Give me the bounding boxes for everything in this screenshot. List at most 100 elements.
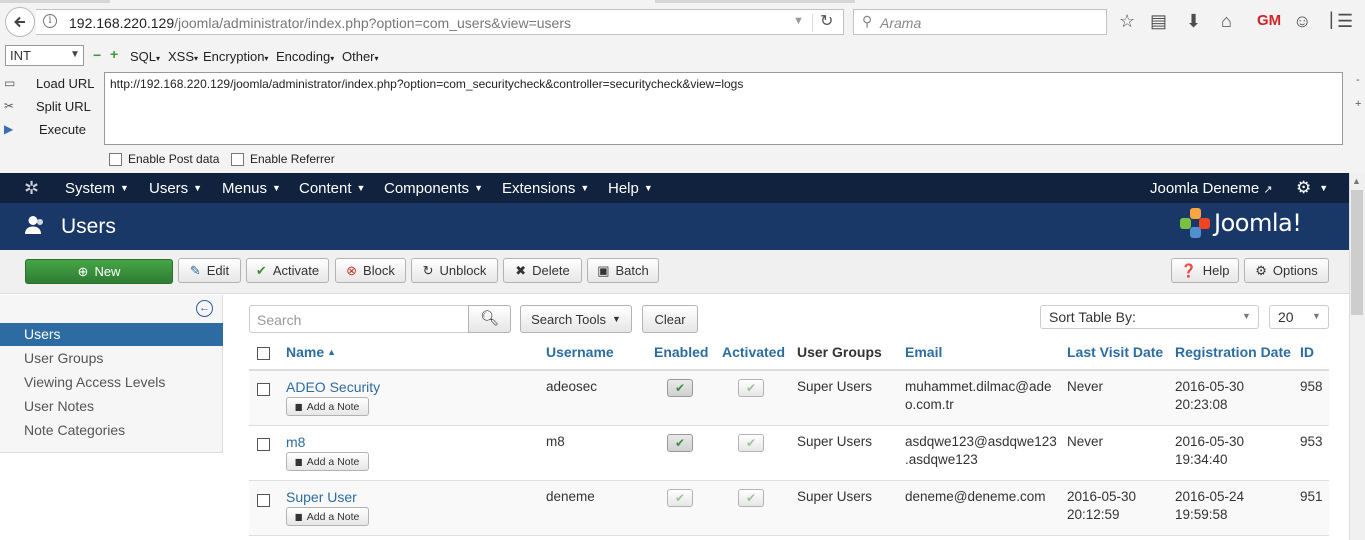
user-menu-button[interactable]: ⚙ ▼ (1296, 178, 1328, 198)
reload-icon[interactable]: ↻ (820, 11, 833, 31)
nav-menu-extensions[interactable]: Extensions ▼ (502, 180, 589, 197)
column-header-activated[interactable]: Activated (722, 344, 785, 360)
browser-search-placeholder: Arama (880, 15, 922, 31)
download-icon[interactable]: ⬇ (1186, 10, 1201, 32)
enable-post-checkbox[interactable]: Enable Post data (109, 152, 219, 166)
add-note-button[interactable]: ▆ Add a Note (286, 397, 369, 416)
column-header-email[interactable]: Email (905, 344, 942, 360)
info-icon[interactable]: i (43, 14, 57, 28)
select-all-checkbox[interactable] (257, 347, 270, 360)
clear-button-label: Clear (654, 311, 686, 327)
column-header-enabled[interactable]: Enabled (654, 344, 708, 360)
batch-button[interactable]: ▣ Batch (587, 258, 659, 283)
chevron-down-icon: ▼ (70, 49, 80, 60)
sidebar-collapse-icon[interactable]: ← (196, 300, 213, 317)
plus-circle-icon: ⊕ (77, 263, 89, 279)
bookmark-star-icon[interactable]: ☆ (1119, 10, 1135, 32)
greasemonkey-icon[interactable]: GM (1257, 10, 1281, 32)
nav-menu-components[interactable]: Components ▼ (384, 180, 483, 197)
unblock-button[interactable]: ↻ Unblock (411, 258, 498, 283)
home-icon[interactable]: ⌂ (1221, 10, 1232, 32)
row-checkbox[interactable] (257, 494, 270, 507)
email-cell: deneme@deneme.com (905, 489, 1046, 504)
help-button[interactable]: ❓ Help (1171, 258, 1239, 283)
column-header-username[interactable]: Username (546, 344, 614, 360)
user-name-link[interactable]: m8 (286, 433, 305, 451)
unblock-button-label: Unblock (439, 263, 487, 278)
hackbar-url-textarea[interactable]: http://192.168.220.129/joomla/administra… (104, 72, 1343, 145)
add-note-button[interactable]: ▆ Add a Note (286, 452, 369, 471)
delete-button-label: Delete (532, 263, 570, 278)
vertical-divider: | (1329, 9, 1334, 29)
add-note-label: Add a Note (306, 400, 360, 413)
nav-menu-menus[interactable]: Menus ▼ (222, 180, 281, 197)
sidebar-item-user-groups[interactable]: User Groups (0, 347, 223, 370)
sidebar-item-note-categories[interactable]: Note Categories (0, 419, 223, 442)
new-button[interactable]: ⊕ New (25, 259, 173, 284)
hackbar-menu-sql[interactable]: SQL▾ (130, 49, 160, 64)
scroll-up-arrow-icon[interactable]: ▲ (1352, 176, 1361, 186)
checkbox-box[interactable] (109, 152, 122, 166)
joomla-navbar (0, 173, 1349, 203)
search-icon: ⚲ (862, 13, 873, 29)
joomla-logo-icon[interactable]: ✲ (24, 178, 39, 199)
activate-button[interactable]: ✔ Activate (246, 258, 329, 283)
search-tools-button[interactable]: Search Tools ▼ (520, 305, 632, 333)
activated-indicator[interactable]: ✔ (738, 434, 764, 452)
nav-menu-help[interactable]: Help ▼ (608, 180, 653, 197)
hackbar-expand-icon[interactable]: + (1355, 98, 1361, 110)
enable-referrer-checkbox[interactable]: Enable Referrer (231, 152, 335, 166)
options-button[interactable]: ⚙ Options (1244, 258, 1329, 283)
activated-indicator[interactable]: ✔ (738, 489, 764, 507)
clear-button[interactable]: Clear (642, 305, 698, 333)
hackbar-menu-xss[interactable]: XSS▾ (168, 49, 198, 64)
search-icon: 🔍︎ (479, 310, 500, 327)
address-bar-text[interactable]: 192.168.220.129/joomla/administrator/ind… (69, 15, 571, 31)
row-checkbox[interactable] (257, 383, 270, 396)
plus-icon[interactable]: + (110, 46, 118, 62)
column-header-name[interactable]: Name ▲ (286, 344, 336, 360)
filter-search-button[interactable]: 🔍︎ (468, 305, 511, 333)
enabled-toggle[interactable]: ✔ (667, 379, 693, 397)
check-icon: ✔ (674, 436, 686, 450)
nav-menu-users[interactable]: Users ▼ (149, 180, 202, 197)
reading-list-icon[interactable]: ▤ (1150, 10, 1167, 32)
column-header-id[interactable]: ID (1300, 344, 1314, 360)
hackbar-menu-encryption[interactable]: Encryption▾ (203, 49, 268, 64)
site-name-link[interactable]: Joomla Deneme ↗ (1150, 180, 1273, 197)
url-dropdown-icon[interactable]: ▼ (793, 15, 804, 27)
back-button[interactable] (5, 7, 35, 37)
sort-table-select[interactable]: Sort Table By: (1040, 305, 1259, 329)
delete-button[interactable]: ✖ Delete (503, 258, 582, 283)
site-name-label: Joomla Deneme (1150, 180, 1260, 197)
scrollbar-thumb[interactable] (1351, 190, 1363, 315)
nav-menu-system[interactable]: System ▼ (65, 180, 129, 197)
block-button[interactable]: ⊗ Block (335, 258, 406, 283)
sidebar-item-user-notes[interactable]: User Notes (0, 395, 223, 418)
user-name-link[interactable]: ADEO Security (286, 378, 380, 396)
filter-search-input[interactable]: Search (249, 305, 469, 333)
url-host: 192.168.220.129 (69, 15, 175, 31)
column-header-last-visit[interactable]: Last Visit Date (1067, 344, 1163, 360)
enabled-toggle[interactable]: ✔ (667, 434, 693, 452)
nav-menu-content[interactable]: Content ▼ (299, 180, 365, 197)
sidebar-item-users[interactable]: Users (0, 323, 223, 346)
hackbar-menu-other[interactable]: Other▾ (342, 49, 379, 64)
enabled-toggle[interactable]: ✔ (667, 489, 693, 507)
row-checkbox[interactable] (257, 438, 270, 451)
smiley-icon[interactable]: ☺ (1293, 10, 1311, 32)
hackbar-shrink-icon[interactable]: - (1356, 74, 1360, 86)
email-cell: muhammet.dilmac@ade (905, 379, 1052, 394)
checkbox-box[interactable] (231, 152, 244, 166)
hackbar-menu-encoding[interactable]: Encoding▾ (276, 49, 334, 64)
check-icon: ✔ (745, 436, 757, 450)
edit-button[interactable]: ✎ Edit (178, 258, 241, 283)
user-name-link[interactable]: Super User (286, 488, 357, 506)
nav-menu-label: Content (299, 180, 352, 197)
column-header-registration[interactable]: Registration Date (1175, 344, 1291, 360)
add-note-button[interactable]: ▆ Add a Note (286, 507, 369, 526)
activated-indicator[interactable]: ✔ (738, 379, 764, 397)
hamburger-menu-icon[interactable]: ☰ (1337, 10, 1353, 32)
sidebar-item-viewing-access-levels[interactable]: Viewing Access Levels (0, 371, 223, 394)
minus-icon[interactable]: − (93, 47, 101, 63)
